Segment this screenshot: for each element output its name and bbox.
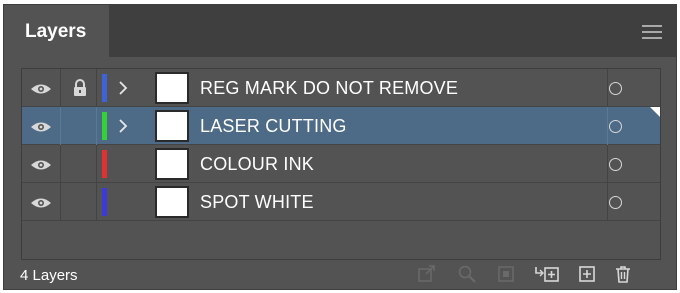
export-icon[interactable] (417, 264, 437, 284)
layer-row[interactable]: COLOUR INK (22, 145, 660, 183)
layer-count: 4 Layers (20, 267, 78, 284)
lock-icon[interactable] (72, 79, 88, 97)
layer-name[interactable]: LASER CUTTING (200, 116, 347, 137)
layer-thumbnail (155, 72, 189, 104)
column-divider (607, 69, 608, 107)
target-circle-icon[interactable] (609, 158, 622, 171)
new-layer-icon[interactable] (577, 264, 597, 284)
column-divider (607, 145, 608, 183)
column-divider (607, 183, 608, 221)
layer-color-indicator (102, 74, 107, 102)
layer-name[interactable]: REG MARK DO NOT REMOVE (200, 78, 458, 99)
layer-name[interactable]: COLOUR INK (200, 154, 314, 175)
panel-tab-bar: Layers (4, 5, 676, 57)
layer-list: REG MARK DO NOT REMOVE LASER CUTTING COLOU… (21, 68, 661, 260)
layer-row[interactable]: SPOT WHITE (22, 183, 660, 221)
new-sublayer-icon[interactable] (534, 264, 560, 284)
eye-icon[interactable] (30, 82, 52, 94)
eye-icon[interactable] (30, 120, 52, 132)
layer-color-indicator (102, 188, 107, 216)
column-divider (60, 145, 61, 183)
column-divider (96, 69, 97, 107)
layer-color-indicator (102, 112, 107, 140)
chevron-right-icon[interactable] (118, 119, 128, 133)
selection-corner-icon (650, 107, 660, 117)
eye-icon[interactable] (30, 158, 52, 170)
column-divider (607, 107, 608, 145)
target-circle-icon[interactable] (609, 196, 622, 209)
target-circle-icon[interactable] (609, 120, 622, 133)
column-divider (96, 145, 97, 183)
clipping-mask-icon[interactable] (496, 264, 516, 284)
target-circle-icon[interactable] (609, 82, 622, 95)
eye-icon[interactable] (30, 196, 52, 208)
column-divider (60, 69, 61, 107)
column-divider (96, 107, 97, 145)
layers-panel: Layers REG MARK DO NOT REMOVE LASER CUTTI… (3, 4, 677, 290)
column-divider (96, 183, 97, 221)
layer-color-indicator (102, 150, 107, 178)
layer-thumbnail (155, 110, 189, 142)
hamburger-menu-icon[interactable] (642, 25, 662, 39)
trash-icon[interactable] (613, 264, 633, 284)
layer-name[interactable]: SPOT WHITE (200, 192, 314, 213)
tab-layers[interactable]: Layers (4, 5, 109, 57)
column-divider (60, 107, 61, 145)
layer-thumbnail (155, 148, 189, 180)
chevron-right-icon[interactable] (118, 81, 128, 95)
locate-object-icon[interactable] (457, 264, 477, 284)
layer-row[interactable]: LASER CUTTING (22, 107, 660, 145)
column-divider (60, 183, 61, 221)
layer-row[interactable]: REG MARK DO NOT REMOVE (22, 69, 660, 107)
layer-thumbnail (155, 186, 189, 218)
